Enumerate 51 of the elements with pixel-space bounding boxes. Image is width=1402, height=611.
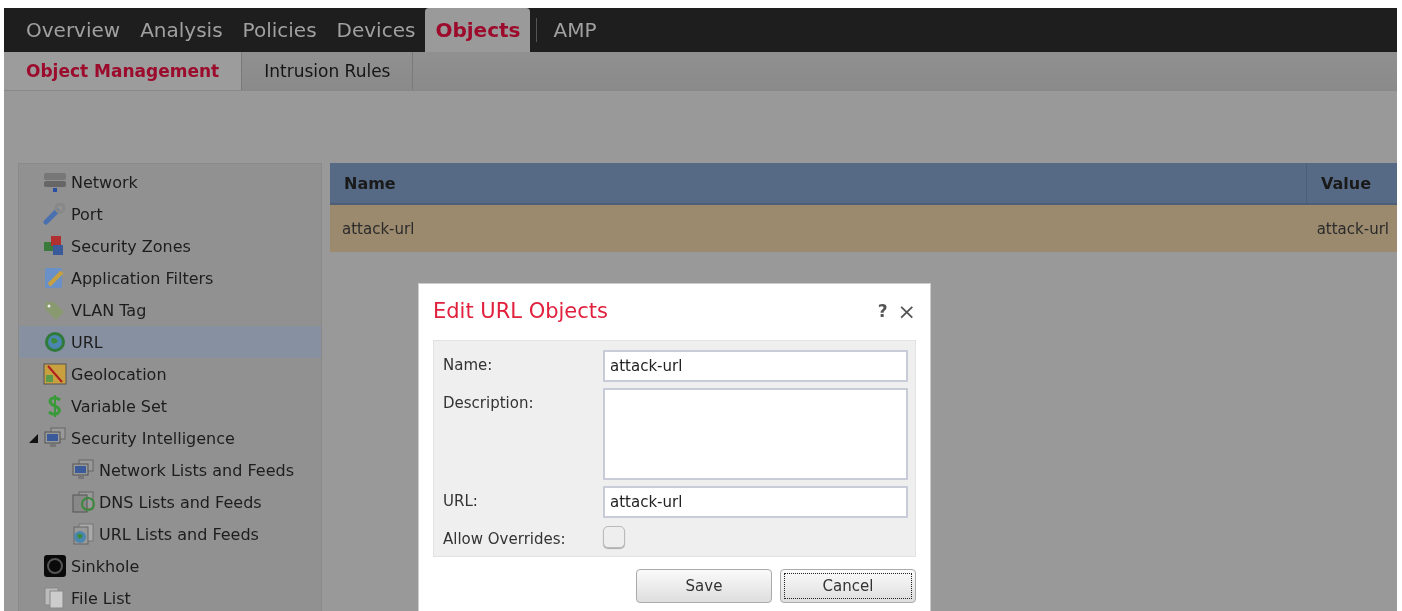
nav-tab[interactable]: AMP bbox=[543, 8, 607, 52]
description-field[interactable] bbox=[603, 388, 908, 480]
column-header[interactable]: Value bbox=[1306, 163, 1397, 203]
dialog-button[interactable]: Cancel bbox=[780, 569, 916, 603]
field-label: Name: bbox=[443, 355, 494, 374]
field-label: Description: bbox=[443, 393, 535, 412]
sidebar-item[interactable]: DNS Lists and Feeds bbox=[19, 486, 321, 518]
table-cell-text: attack-url bbox=[1315, 219, 1390, 238]
nav-tab[interactable]: Devices bbox=[326, 8, 426, 52]
monitors-icon bbox=[43, 427, 67, 449]
nav-tab[interactable]: Objects bbox=[425, 8, 531, 52]
field-label: Allow Overrides: bbox=[443, 529, 567, 548]
monitors-icon bbox=[71, 459, 95, 481]
globe-documents-icon bbox=[71, 523, 95, 545]
sidebar-item[interactable]: Network Lists and Feeds bbox=[19, 454, 321, 486]
sub-tab[interactable]: Intrusion Rules bbox=[242, 52, 414, 90]
tag-icon bbox=[43, 299, 67, 321]
map-icon bbox=[43, 363, 67, 385]
sidebar-item[interactable]: File List bbox=[19, 582, 321, 611]
table-cell-text: attack-url bbox=[341, 219, 416, 238]
globe-icon bbox=[43, 331, 67, 353]
server-icon bbox=[43, 171, 67, 193]
sidebar-item[interactable]: Sinkhole bbox=[19, 550, 321, 582]
sidebar-item[interactable]: Security Intelligence bbox=[19, 422, 321, 454]
text-field[interactable]: attack-url bbox=[603, 350, 908, 382]
field-label: URL: bbox=[443, 491, 479, 510]
sidebar-item[interactable]: Security Zones bbox=[19, 230, 321, 262]
sidebar-item[interactable]: URL Lists and Feeds bbox=[19, 518, 321, 550]
table-row[interactable]: attack-url attack-url bbox=[330, 205, 1397, 252]
help-button[interactable]: ? bbox=[877, 301, 888, 321]
checkbox[interactable] bbox=[603, 526, 625, 548]
nav-tab[interactable]: Policies bbox=[232, 8, 327, 52]
close-button[interactable]: × bbox=[897, 298, 916, 324]
sidebar-item[interactable]: Network bbox=[19, 166, 321, 198]
stacked-servers-icon bbox=[71, 491, 95, 513]
ring-icon bbox=[43, 555, 67, 577]
sidebar-item[interactable]: Variable Set bbox=[19, 390, 321, 422]
sidebar-item[interactable]: VLAN Tag bbox=[19, 294, 321, 326]
nav-tab[interactable]: Analysis bbox=[130, 8, 233, 52]
collapse-arrow-icon[interactable] bbox=[29, 433, 38, 443]
sidebar-item[interactable]: Port bbox=[19, 198, 321, 230]
wrench-icon bbox=[43, 203, 67, 225]
text-field[interactable]: attack-url bbox=[603, 486, 908, 518]
sidebar-item[interactable]: URL bbox=[19, 326, 321, 358]
dialog-title: Edit URL Objects bbox=[433, 299, 609, 323]
sidebar-item[interactable]: Application Filters bbox=[19, 262, 321, 294]
column-header[interactable]: Name bbox=[330, 173, 1306, 193]
nav-tab[interactable]: Overview bbox=[16, 8, 131, 52]
sidebar-item[interactable]: Geolocation bbox=[19, 358, 321, 390]
dialog-button[interactable]: Save bbox=[636, 569, 772, 603]
sub-tab[interactable]: Object Management bbox=[4, 52, 243, 90]
